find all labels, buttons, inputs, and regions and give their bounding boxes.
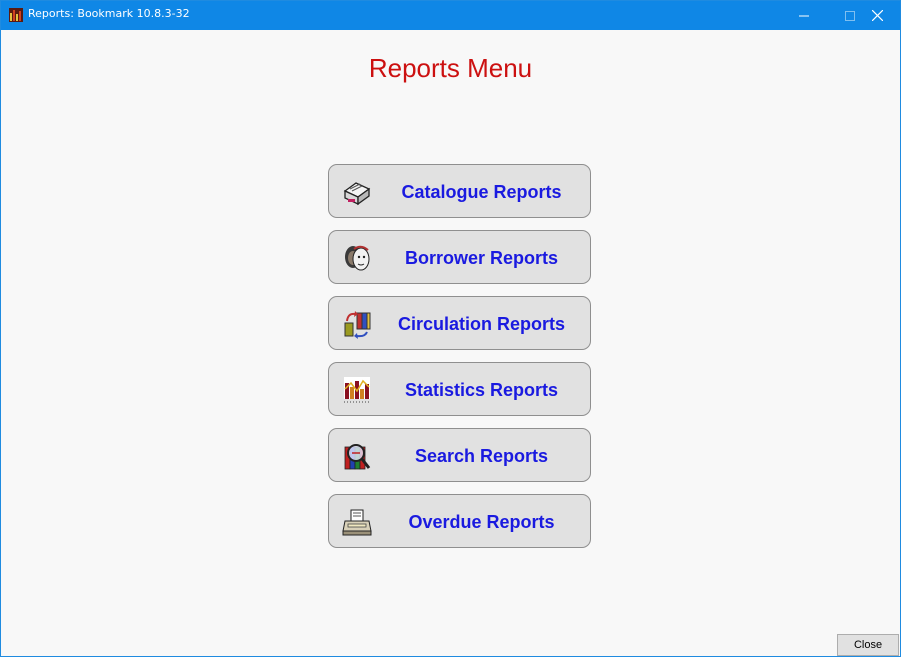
minimize-button[interactable] [781,1,827,30]
borrower-reports-button[interactable]: Borrower Reports [328,230,591,284]
circulation-reports-label: Circulation Reports [397,314,566,334]
close-icon [871,10,883,21]
catalogue-reports-label: Catalogue Reports [401,182,562,202]
reports-window: Reports: Bookmark 10.8.3-32 Reports Menu [0,0,901,657]
app-bookmark-icon [9,8,23,22]
page-title: Reports Menu [368,53,533,83]
statistics-reports-label: Statistics Reports [404,380,559,400]
overdue-reports-label: Overdue Reports [408,512,555,532]
window-title: Reports: Bookmark 10.8.3-32 [28,7,190,20]
borrower-reports-label: Borrower Reports [404,248,559,268]
minimize-icon [799,15,809,16]
search-reports-button[interactable]: Search Reports [328,428,591,482]
catalogue-icon [343,182,371,206]
close-button[interactable]: Close [837,634,899,656]
circulation-reports-button[interactable]: Circulation Reports [328,296,591,350]
overdue-reports-button[interactable]: Overdue Reports [328,494,591,548]
catalogue-reports-button[interactable]: Catalogue Reports [328,164,591,218]
search-magnifier-icon [344,444,371,470]
title-bar[interactable]: Reports: Bookmark 10.8.3-32 [1,1,900,30]
window-close-button[interactable] [854,1,900,30]
circulation-books-icon [344,311,371,339]
search-reports-label: Search Reports [414,446,549,466]
statistics-reports-button[interactable]: Statistics Reports [328,362,591,416]
printer-icon [342,509,372,536]
borrower-faces-icon [345,245,370,271]
statistics-chart-icon [344,377,370,403]
